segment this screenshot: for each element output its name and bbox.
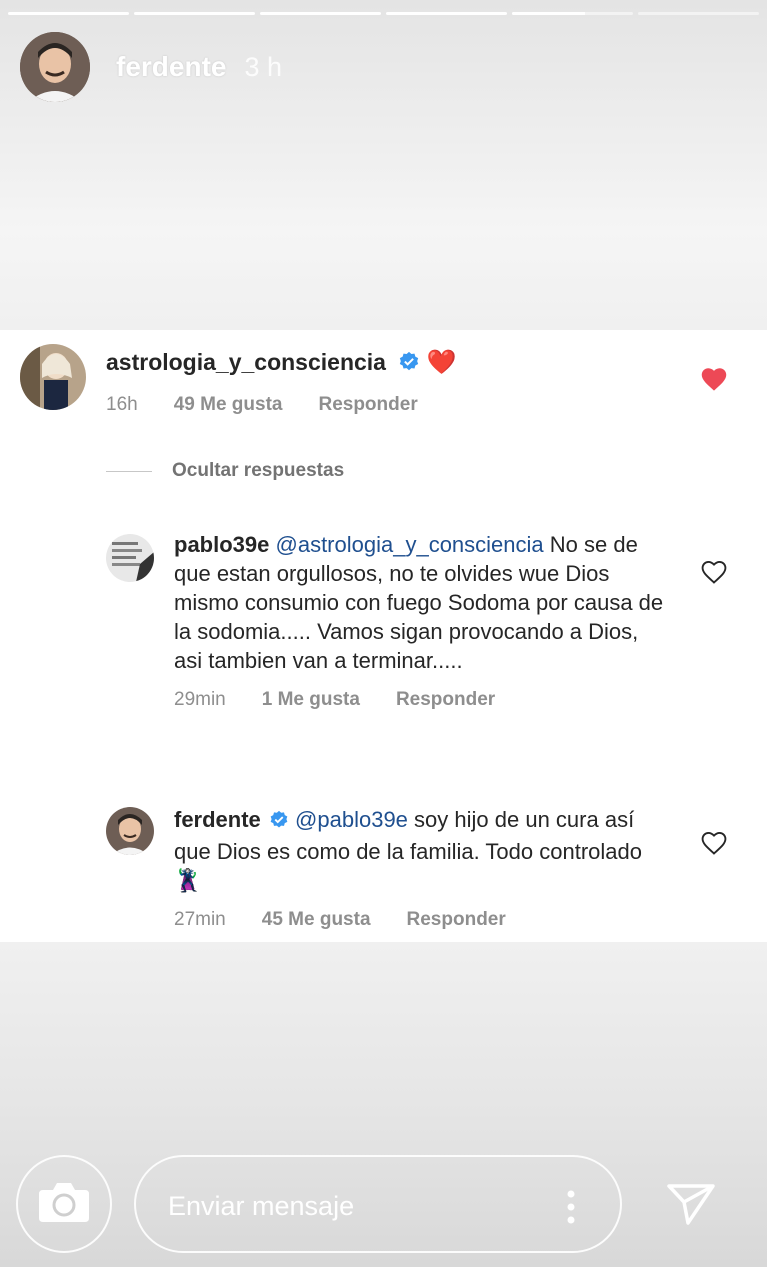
comment-reply: ferdente @pablo39e soy hijo de un cura a… [106, 805, 666, 931]
comment-time: 16h [106, 394, 138, 415]
send-icon[interactable] [666, 1182, 716, 1231]
story-author-avatar[interactable] [20, 32, 90, 102]
camera-icon [37, 1178, 91, 1231]
comment-username[interactable]: ferdente [174, 807, 261, 832]
verified-badge-icon [398, 351, 420, 380]
story-username[interactable]: ferdente [116, 51, 226, 83]
comment-time: 29min [174, 689, 226, 710]
more-options-icon[interactable] [566, 1189, 576, 1230]
story-reply-bar: Enviar mensaje [0, 1155, 767, 1255]
story-header: ferdente 3 h [20, 32, 282, 102]
story-progress-segment [8, 12, 129, 15]
mention-link[interactable]: @pablo39e [295, 807, 408, 832]
reply-button[interactable]: Responder [407, 909, 506, 931]
hide-replies-label: Ocultar respuestas [172, 460, 345, 481]
comment-thread-card: astrologia_y_consciencia ❤️ 16h 49 Me gu… [0, 330, 767, 942]
comment-root: astrologia_y_consciencia ❤️ 16h 49 Me gu… [20, 344, 457, 416]
reply-button[interactable]: Responder [396, 689, 495, 711]
story-progress-bar [8, 12, 759, 15]
like-heart-icon[interactable] [700, 559, 728, 590]
comment-username[interactable]: astrologia_y_consciencia [106, 349, 386, 375]
like-heart-icon[interactable] [700, 830, 728, 861]
heart-emoji: ❤️ [426, 349, 457, 376]
commenter-avatar[interactable] [20, 344, 86, 410]
commenter-avatar[interactable] [106, 534, 154, 582]
message-placeholder: Enviar mensaje [168, 1191, 355, 1221]
like-heart-icon[interactable] [700, 366, 728, 397]
comment-likes[interactable]: 49 Me gusta [174, 394, 283, 416]
verified-badge-icon [269, 808, 289, 837]
comment-username[interactable]: pablo39e [174, 532, 269, 557]
comment-time: 27min [174, 909, 226, 930]
comment-reply: pablo39e @astrologia_y_consciencia No se… [106, 530, 666, 711]
send-message-input[interactable]: Enviar mensaje [134, 1155, 622, 1253]
hide-replies-toggle[interactable]: Ocultar respuestas [106, 460, 344, 482]
comment-likes[interactable]: 1 Me gusta [262, 689, 360, 711]
comment-likes[interactable]: 45 Me gusta [262, 909, 371, 931]
story-progress-segment [134, 12, 255, 15]
story-progress-segment [638, 12, 759, 15]
story-progress-segment [512, 12, 633, 15]
reply-button[interactable]: Responder [318, 394, 417, 416]
commenter-avatar[interactable] [106, 807, 154, 855]
story-timestamp: 3 h [244, 51, 283, 82]
camera-button[interactable] [16, 1155, 112, 1253]
divider [106, 470, 152, 472]
story-progress-segment [386, 12, 507, 15]
story-progress-segment [260, 12, 381, 15]
superhero-emoji: 🦹 [174, 868, 202, 893]
mention-link[interactable]: @astrologia_y_consciencia [276, 532, 544, 557]
